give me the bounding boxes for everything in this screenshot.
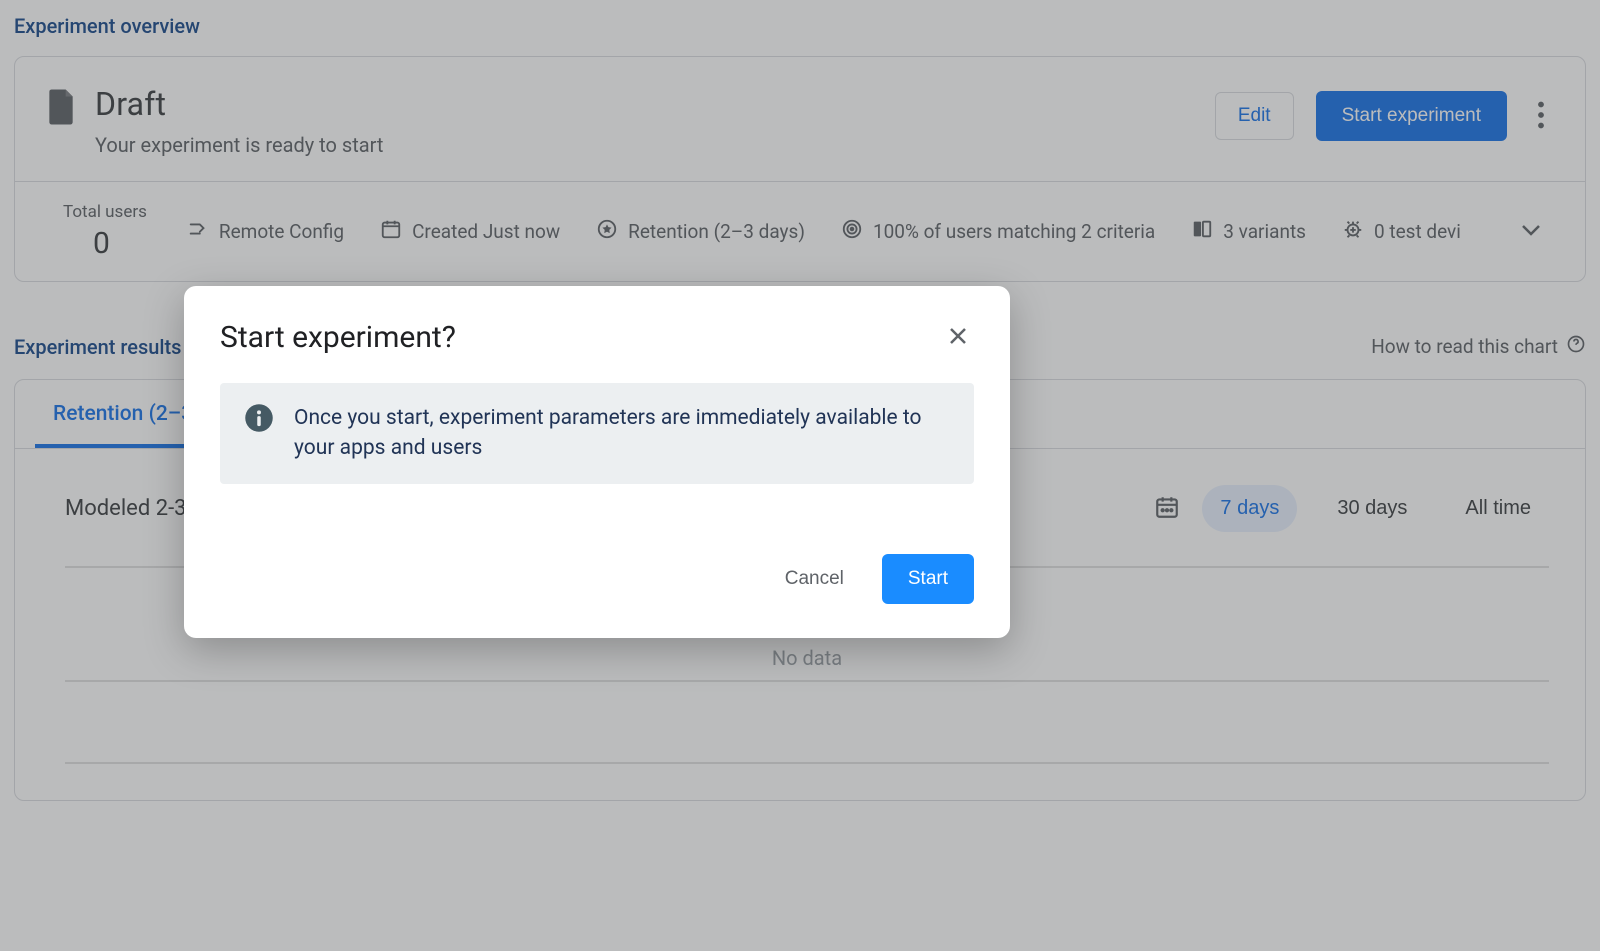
dialog-info-text: Once you start, experiment parameters ar… bbox=[294, 403, 950, 464]
info-icon bbox=[244, 403, 274, 437]
start-experiment-dialog: Start experiment? Once you start, experi… bbox=[184, 286, 1010, 638]
dialog-start-button[interactable]: Start bbox=[882, 554, 974, 604]
close-icon bbox=[946, 336, 970, 351]
dialog-title: Start experiment? bbox=[220, 320, 456, 355]
dialog-close-button[interactable] bbox=[942, 320, 974, 355]
dialog-cancel-button[interactable]: Cancel bbox=[765, 554, 864, 604]
modal-backdrop[interactable]: Start experiment? Once you start, experi… bbox=[0, 0, 1600, 951]
dialog-info-banner: Once you start, experiment parameters ar… bbox=[220, 383, 974, 484]
